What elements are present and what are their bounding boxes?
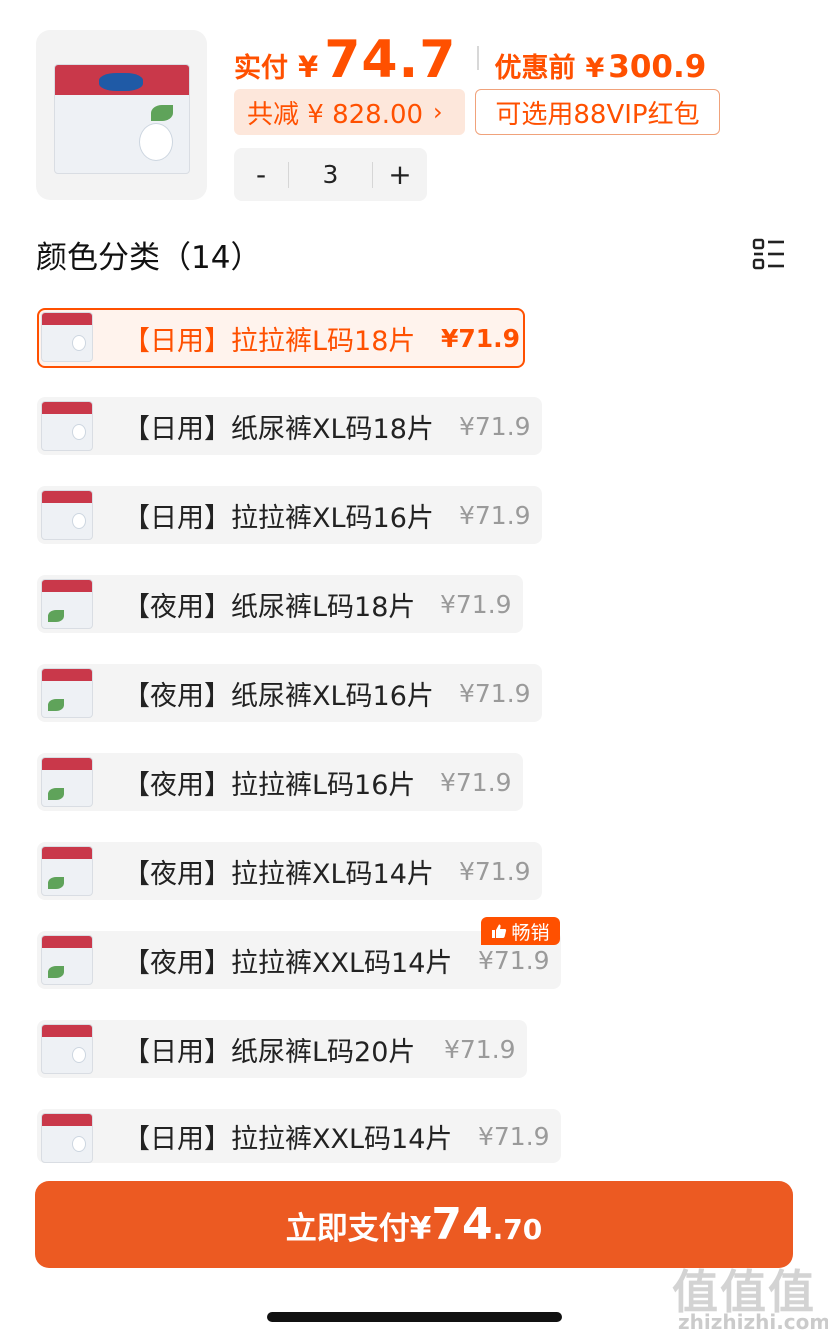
section-title: 颜色分类（14）	[36, 240, 262, 276]
home-indicator[interactable]	[267, 1312, 562, 1322]
option-price: ¥71.9	[459, 856, 531, 886]
option-label: 【夜用】拉拉裤XXL码14片	[123, 947, 453, 979]
option-price: ¥71.9	[459, 500, 531, 530]
option-thumbnail	[41, 935, 93, 985]
option-item[interactable]: 【日用】拉拉裤XL码16片 ¥71.9	[37, 486, 542, 544]
pay-now-button[interactable]: 立即支付¥ 74 .70	[35, 1181, 793, 1268]
option-item[interactable]: 【日用】纸尿裤XL码18片 ¥71.9	[37, 397, 542, 455]
option-price: ¥71.9	[440, 767, 512, 797]
option-item[interactable]: 【夜用】纸尿裤XL码16片 ¥71.9	[37, 664, 542, 722]
original-price: 300.9	[608, 49, 707, 85]
option-thumbnail	[41, 1024, 93, 1074]
pay-currency: ¥	[298, 50, 319, 84]
option-thumbnail	[41, 757, 93, 807]
option-label: 【夜用】纸尿裤XL码16片	[123, 680, 434, 712]
option-price: ¥71.9	[440, 589, 512, 619]
pay-now-amount-dec: .70	[492, 1213, 543, 1246]
price-divider	[476, 46, 479, 70]
option-price: ¥71.9	[444, 1034, 516, 1064]
chevron-right-icon: ›	[433, 98, 443, 126]
original-price-label: 优惠前	[494, 53, 576, 84]
quantity-value[interactable]: 3	[288, 160, 373, 189]
pay-amount: 74.7	[324, 30, 457, 90]
option-label: 【夜用】拉拉裤XL码14片	[123, 858, 434, 890]
option-label: 【夜用】纸尿裤L码18片	[123, 591, 416, 623]
option-item[interactable]: 【日用】拉拉裤XXL码14片 ¥71.9	[37, 1109, 561, 1163]
option-item[interactable]: 【夜用】拉拉裤L码16片 ¥71.9	[37, 753, 523, 811]
option-price: ¥71.9	[459, 678, 531, 708]
product-image[interactable]	[36, 30, 207, 200]
pay-label: 实付	[234, 53, 288, 84]
option-item[interactable]: 【夜用】拉拉裤XL码14片 ¥71.9	[37, 842, 542, 900]
vip-redpacket-tag[interactable]: 可选用88VIP红包	[475, 89, 720, 135]
option-thumbnail	[41, 1113, 93, 1163]
option-thumbnail	[41, 579, 93, 629]
diaper-package-icon	[54, 64, 190, 174]
option-thumbnail	[41, 312, 93, 362]
pay-now-label: 立即支付¥	[285, 1211, 432, 1247]
option-item[interactable]: 【夜用】纸尿裤L码18片 ¥71.9	[37, 575, 523, 633]
thumbs-up-icon	[492, 924, 507, 938]
option-thumbnail	[41, 490, 93, 540]
option-label: 【日用】拉拉裤XXL码14片	[123, 1123, 453, 1155]
option-price: ¥71.9	[441, 323, 521, 353]
option-label: 【日用】拉拉裤XL码16片	[123, 502, 434, 534]
quantity-plus-button[interactable]: +	[373, 148, 427, 201]
discount-detail-button[interactable]: 共减 ¥ 828.00 ›	[234, 89, 465, 135]
original-currency: ¥	[585, 53, 605, 84]
option-price: ¥71.9	[459, 411, 531, 441]
option-price: ¥71.9	[478, 945, 550, 975]
list-view-icon[interactable]	[752, 238, 786, 270]
option-thumbnail	[41, 846, 93, 896]
option-label: 【日用】纸尿裤L码20片	[123, 1036, 416, 1068]
option-item[interactable]: 【日用】拉拉裤L码18片 ¥71.9	[37, 308, 525, 368]
bestseller-text: 畅销	[511, 921, 550, 944]
quantity-stepper: - 3 +	[234, 148, 427, 201]
price-row: 实付 ¥ 74.7 优惠前 ¥ 300.9	[234, 30, 707, 90]
option-label: 【日用】纸尿裤XL码18片	[123, 413, 434, 445]
quantity-minus-button[interactable]: -	[234, 148, 288, 201]
pay-now-amount-int: 74	[431, 1199, 493, 1250]
bestseller-badge: 畅销	[481, 917, 560, 945]
watermark-text: zhizhizhi.com	[678, 1310, 828, 1334]
option-thumbnail	[41, 401, 93, 451]
option-price: ¥71.9	[478, 1121, 550, 1151]
discount-text: 共减 ¥ 828.00	[247, 99, 424, 130]
option-thumbnail	[41, 668, 93, 718]
option-item[interactable]: 【日用】纸尿裤L码20片 ¥71.9	[37, 1020, 527, 1078]
option-label: 【日用】拉拉裤L码18片	[123, 325, 416, 357]
option-label: 【夜用】拉拉裤L码16片	[123, 769, 416, 801]
